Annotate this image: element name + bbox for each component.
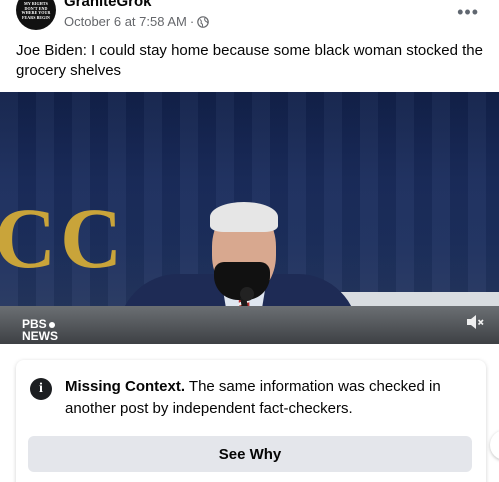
microphone-head (240, 287, 254, 301)
fact-check-card: i Missing Context. The same information … (16, 360, 486, 482)
watermark-dot (48, 321, 55, 328)
fact-check-message: Missing Context. The same information wa… (65, 376, 465, 420)
post-header: MY RIGHTS DON'T END WHERE YOUR FEARS BEG… (0, 0, 499, 36)
timestamp-link[interactable]: October 6 at 7:58 AM (64, 14, 187, 29)
page-name-link[interactable]: GraniteGrok (64, 0, 152, 10)
speaker-hair (210, 202, 278, 232)
globe-icon[interactable] (197, 15, 210, 28)
watermark-line2: NEWS (22, 329, 58, 343)
backdrop-letters: CC (0, 190, 127, 286)
fact-check-title: Missing Context. (65, 378, 186, 395)
info-icon: i (30, 378, 52, 400)
more-options-icon[interactable]: ••• (457, 2, 479, 23)
floating-button[interactable] (490, 430, 499, 460)
table (0, 306, 499, 344)
meta-separator: · (189, 14, 195, 29)
post-meta: October 6 at 7:58 AM · (64, 14, 210, 29)
video-player[interactable]: CC (0, 92, 499, 344)
see-why-button[interactable]: See Why (28, 436, 472, 472)
muted-speaker-icon[interactable] (465, 312, 485, 332)
pbs-news-watermark: PBS NEWS (22, 318, 66, 342)
avatar[interactable]: MY RIGHTS DON'T END WHERE YOUR FEARS BEG… (16, 0, 56, 30)
post-text: Joe Biden: I could stay home because som… (16, 42, 483, 79)
avatar-logo-text: MY RIGHTS DON'T END WHERE YOUR FEARS BEG… (21, 1, 51, 20)
